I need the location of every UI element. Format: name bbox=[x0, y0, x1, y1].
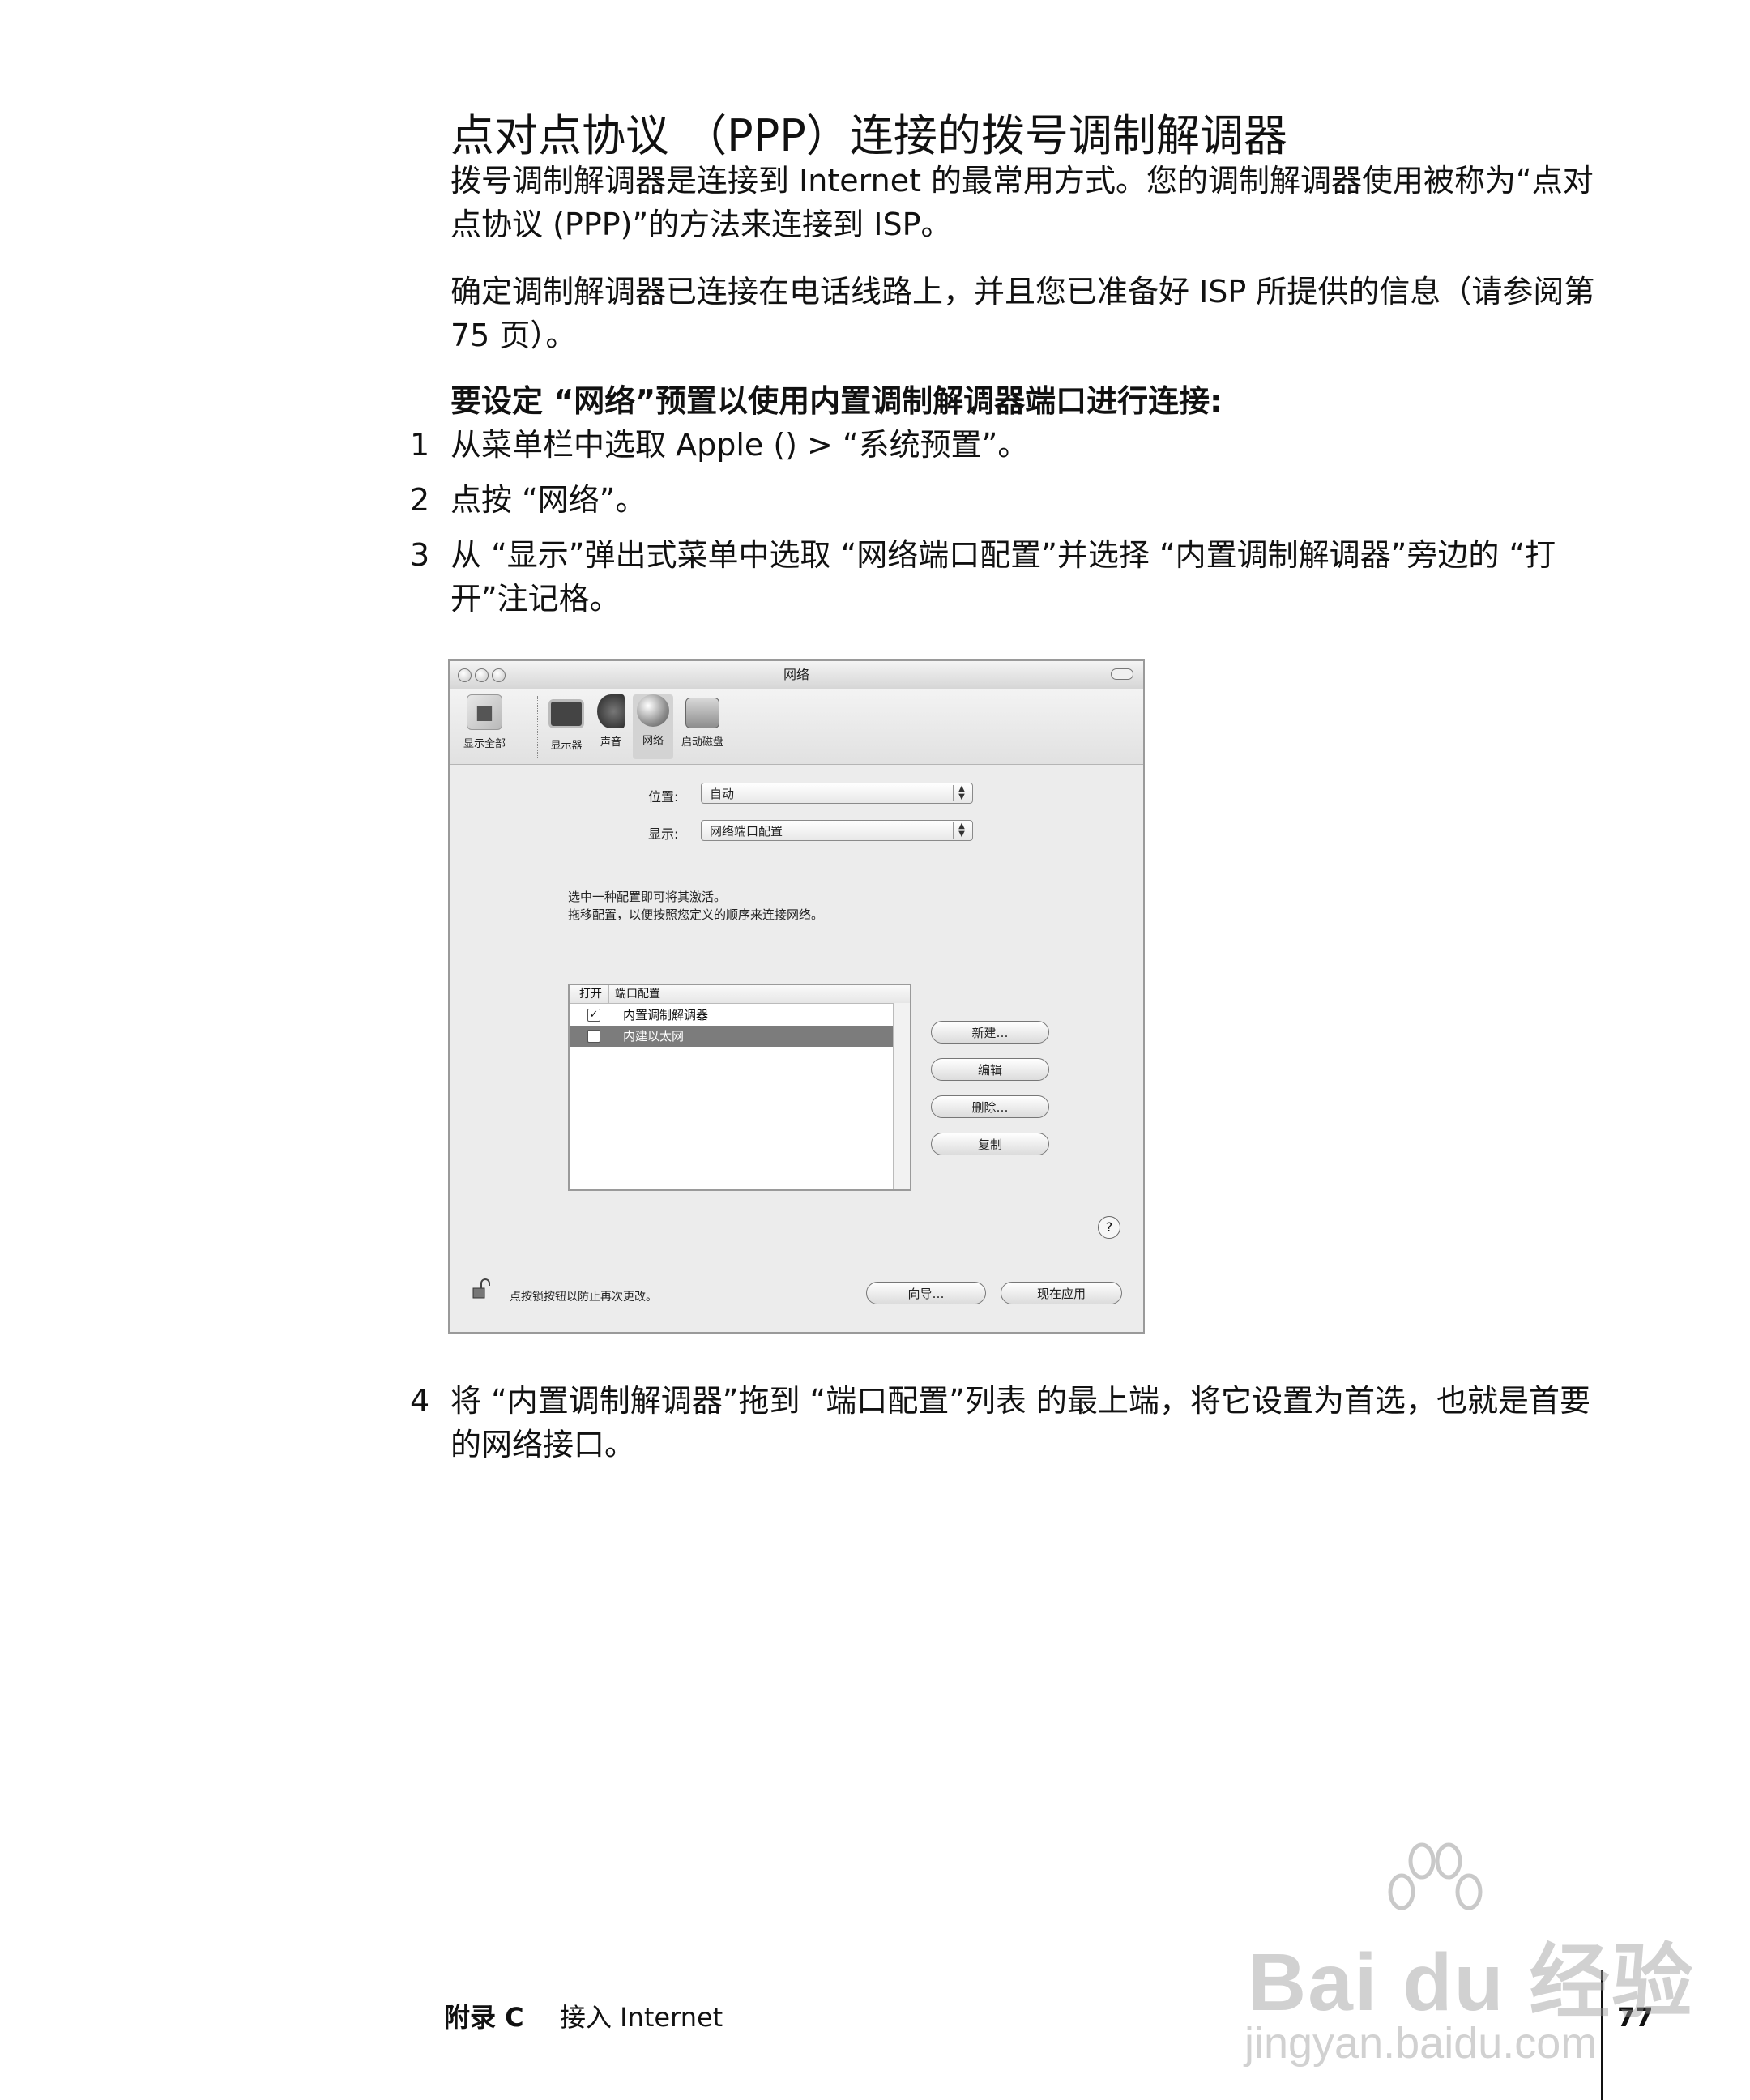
footer-appendix: 附录 C 接入 Internet bbox=[444, 2001, 723, 2034]
toolbar-show-all[interactable]: ■ 显示全部 bbox=[458, 694, 511, 750]
intro-paragraph: 拨号调制解调器是连接到 Internet 的最常用方式。您的调制解调器使用被称为… bbox=[450, 163, 1594, 242]
help-button[interactable]: ? bbox=[1098, 1216, 1120, 1239]
new-button[interactable]: 新建… bbox=[931, 1021, 1049, 1044]
toolbar-label: 启动磁盘 bbox=[681, 736, 723, 749]
toolbar-label: 显示器 bbox=[550, 740, 583, 752]
step-number: 3 bbox=[410, 537, 430, 573]
appendix-label: 附录 C bbox=[444, 2002, 524, 2033]
toolbar-label: 声音 bbox=[600, 736, 621, 749]
location-popup[interactable]: 自动 ▲ ▼ bbox=[701, 783, 973, 804]
window-titlebar: 网络 bbox=[450, 661, 1143, 689]
port-enabled-checkbox[interactable]: ✓ bbox=[587, 1009, 600, 1022]
toolbar-startup-disk[interactable]: 启动磁盘 bbox=[678, 694, 727, 749]
list-header: 打开 端口配置 bbox=[570, 985, 910, 1004]
show-value: 网络端口配置 bbox=[710, 824, 783, 839]
toolbar-network[interactable]: 网络 bbox=[633, 694, 673, 759]
step-number: 4 bbox=[410, 1383, 430, 1419]
toolbar-label: 显示全部 bbox=[463, 738, 506, 750]
instruction-line-2: 拖移配置，以便按照您定义的顺序来连接网络。 bbox=[568, 907, 824, 922]
port-name: 内建以太网 bbox=[623, 1029, 685, 1044]
lock-text: 点按锁按钮以防止再次更改。 bbox=[510, 1291, 657, 1304]
close-icon[interactable] bbox=[458, 668, 472, 682]
step-text: 点按 “网络”。 bbox=[450, 482, 647, 518]
show-label: 显示: bbox=[648, 826, 679, 842]
instruction-line-1: 选中一种配置即可将其激活。 bbox=[568, 890, 727, 904]
section-label: 接入 Internet bbox=[559, 2002, 723, 2033]
step-number: 1 bbox=[410, 427, 430, 463]
lock-icon[interactable] bbox=[472, 1278, 490, 1300]
location-value: 自动 bbox=[710, 787, 735, 801]
port-enabled-checkbox[interactable] bbox=[587, 1030, 600, 1043]
delete-button[interactable]: 删除… bbox=[931, 1095, 1049, 1118]
list-item[interactable]: 内建以太网 bbox=[570, 1026, 894, 1047]
toolbar-sound[interactable]: 声音 bbox=[592, 694, 630, 749]
header-divider bbox=[608, 985, 609, 1003]
step-text: 从 “显示”弹出式菜单中选取 “网络端口配置”并选择 “内置调制解调器”旁边的 … bbox=[450, 537, 1556, 617]
display-icon bbox=[548, 699, 584, 728]
minimize-icon[interactable] bbox=[475, 668, 489, 682]
watermark-brand: Bai du 经验 bbox=[1248, 1937, 1695, 2028]
duplicate-button[interactable]: 复制 bbox=[931, 1133, 1049, 1155]
port-configuration-list[interactable]: 打开 端口配置 ✓ 内置调制解调器 内建以太网 bbox=[568, 984, 911, 1191]
network-preferences-screenshot: 网络 ■ 显示全部 显示器 声音 网络 启动磁盘 位置: 自动 ▲▼ 显示: bbox=[448, 659, 1145, 1334]
show-all-icon: ■ bbox=[467, 694, 502, 730]
toolbar-toggle-icon[interactable] bbox=[1111, 668, 1133, 680]
preferences-toolbar: ■ 显示全部 显示器 声音 网络 启动磁盘 bbox=[450, 689, 1143, 765]
zoom-icon[interactable] bbox=[492, 668, 506, 682]
column-on[interactable]: 打开 bbox=[579, 985, 602, 1003]
baidu-watermark: Bai du 经验 jingyan.baidu.com bbox=[1231, 1835, 1692, 2094]
watermark-url: jingyan.baidu.com bbox=[1244, 2019, 1598, 2068]
globe-icon bbox=[637, 694, 669, 727]
step-text: 从菜单栏中选取 Apple () > “系统预置”。 bbox=[450, 427, 1029, 463]
assist-button[interactable]: 向导… bbox=[866, 1282, 986, 1304]
speaker-icon bbox=[597, 694, 625, 728]
toolbar-displays[interactable]: 显示器 bbox=[544, 694, 589, 752]
popup-arrows-icon: ▲ ▼ bbox=[953, 785, 970, 801]
list-item[interactable]: ✓ 内置调制解调器 bbox=[570, 1005, 894, 1026]
confirm-paragraph: 确定调制解调器已连接在电话线路上，并且您已准备好 ISP 所提供的信息（请参阅第… bbox=[450, 274, 1595, 353]
window-title: 网络 bbox=[783, 667, 809, 682]
port-name: 内置调制解调器 bbox=[623, 1008, 709, 1022]
location-label: 位置: bbox=[648, 789, 679, 805]
column-port-config[interactable]: 端口配置 bbox=[615, 985, 660, 1003]
step-number: 2 bbox=[410, 482, 430, 518]
toolbar-label: 网络 bbox=[642, 735, 664, 747]
list-scrollbar[interactable] bbox=[893, 1003, 910, 1189]
step-text: 将 “内置调制解调器”拖到 “端口配置”列表 的最上端，将它设置为首选，也就是首… bbox=[450, 1383, 1590, 1462]
toolbar-divider bbox=[537, 696, 538, 758]
hard-disk-icon bbox=[685, 698, 719, 728]
edit-button[interactable]: 编辑 bbox=[931, 1058, 1049, 1081]
show-popup[interactable]: 网络端口配置 ▲ ▼ bbox=[701, 820, 973, 841]
popup-arrows-icon: ▲ ▼ bbox=[953, 822, 970, 839]
procedure-title: 要设定 “网络”预置以使用内置调制解调器端口进行连接: bbox=[450, 383, 1223, 419]
apply-now-button[interactable]: 现在应用 bbox=[1001, 1282, 1122, 1304]
